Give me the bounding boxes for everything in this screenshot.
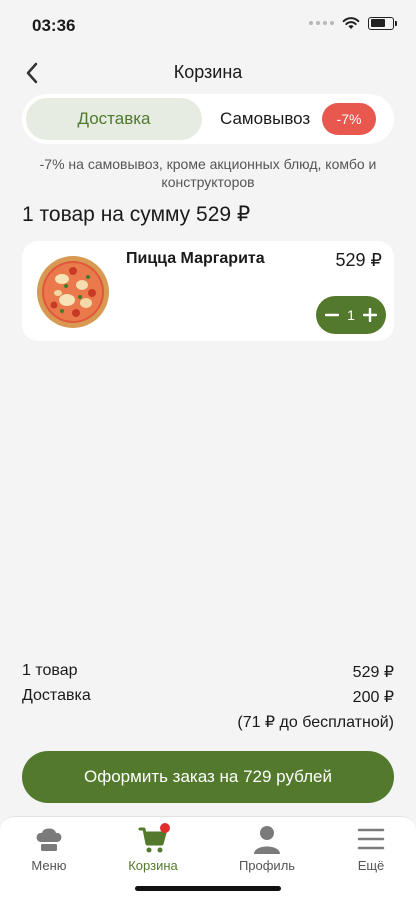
home-indicator[interactable] (135, 886, 281, 891)
quantity-stepper: 1 (316, 296, 386, 334)
user-icon (250, 823, 284, 855)
status-bar: 03:36 (0, 0, 416, 50)
items-total-row: 1 товар 529 ₽ (22, 662, 394, 687)
status-time: 03:36 (32, 16, 76, 35)
delivery-label: Доставка (22, 687, 91, 704)
menu-icon (354, 823, 388, 855)
cart-summary: 1 товар на сумму 529 ₽ (22, 203, 251, 226)
delivery-row: Доставка 200 ₽ (22, 687, 394, 712)
quantity-value: 1 (347, 307, 355, 323)
tab-cart[interactable]: Корзина (108, 823, 198, 873)
pizza-image (37, 256, 109, 328)
battery-icon (368, 16, 397, 30)
cart-icon (136, 823, 170, 855)
delivery-value: 200 ₽ (352, 689, 394, 706)
nav-header: Корзина (0, 55, 416, 91)
delivery-mode-switch: Доставка Самовывоз -7% (22, 94, 394, 144)
increase-button[interactable] (362, 307, 378, 323)
decrease-button[interactable] (324, 307, 340, 323)
cart-item: Пицца Маргарита 529 ₽ 1 (22, 241, 394, 341)
plus-icon (362, 308, 377, 322)
tab-pickup[interactable]: Самовывоз (220, 98, 310, 140)
tab-menu[interactable]: Меню (4, 823, 94, 873)
promo-note: -7% на самовывоз, кроме акционных блюд, … (39, 156, 377, 190)
tab-delivery[interactable]: Доставка (26, 98, 202, 140)
tab-more[interactable]: Ещё (326, 823, 416, 873)
order-totals: 1 товар 529 ₽ Доставка 200 ₽ (71 ₽ до бе… (22, 662, 394, 732)
wifi-icon (342, 17, 360, 29)
items-total-label: 1 товар (22, 662, 78, 679)
tab-menu-label: Меню (31, 858, 67, 873)
chef-hat-icon (32, 823, 66, 855)
items-total-value: 529 ₽ (352, 664, 394, 681)
minus-icon (325, 313, 339, 317)
cart-badge-dot (160, 823, 170, 833)
tab-profile-label: Профиль (238, 858, 296, 873)
signal-icon (309, 21, 334, 25)
status-icons (309, 16, 397, 30)
tab-profile[interactable]: Профиль (222, 823, 312, 873)
item-name: Пицца Маргарита (126, 250, 265, 267)
page-title: Корзина (173, 62, 243, 82)
discount-badge: -7% (322, 103, 376, 135)
tab-cart-label: Корзина (128, 858, 178, 873)
free-delivery-hint: (71 ₽ до бесплатной) (237, 714, 394, 731)
tab-more-label: Ещё (357, 858, 385, 873)
checkout-button[interactable]: Оформить заказ на 729 рублей (22, 751, 394, 803)
tab-bar: Меню Корзина Профиль Ещё (0, 816, 416, 900)
item-price: 529 ₽ (335, 250, 383, 270)
